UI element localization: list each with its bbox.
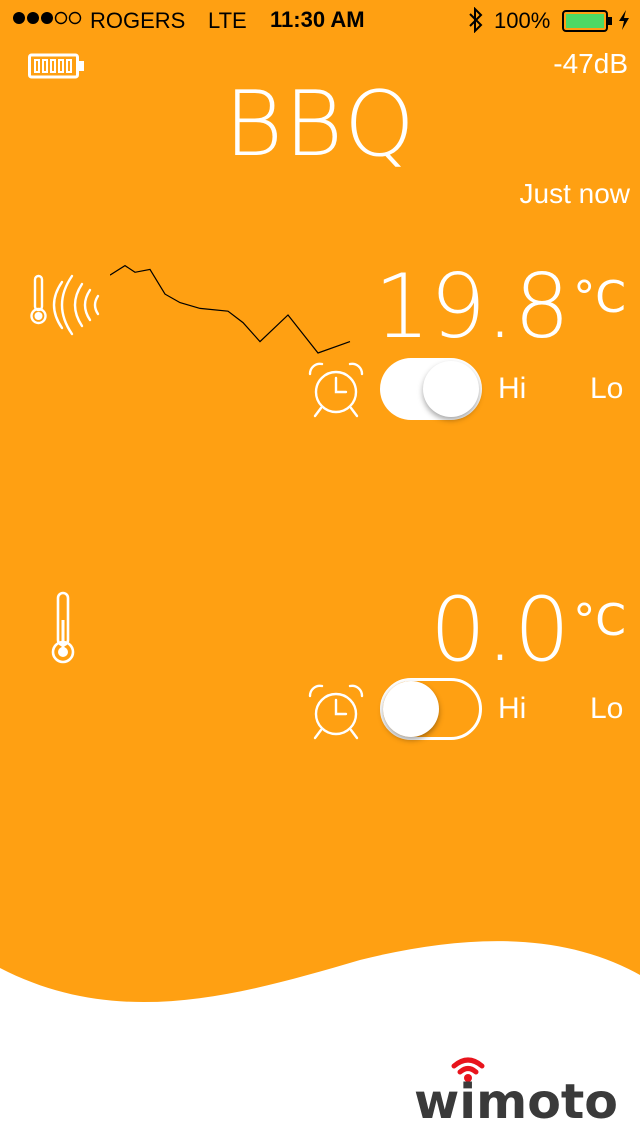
signal-strength-icon (13, 11, 82, 25)
probe1-alarm-switch[interactable] (380, 358, 482, 420)
logo-text: wimoto (414, 1074, 618, 1126)
probe2-alarm-switch[interactable] (380, 678, 482, 740)
probe2-temperature: 0.0 (430, 578, 570, 681)
status-bar: ROGERS LTE 11:30 AM 100% (0, 0, 640, 40)
probe1-lo-label[interactable]: Lo (590, 372, 623, 406)
trend-line (110, 264, 351, 354)
alarm-clock-icon (308, 684, 364, 740)
probe2-lo-label[interactable]: Lo (590, 692, 623, 726)
thermometer-icon (51, 591, 75, 664)
probe2-hi-label[interactable]: Hi (498, 692, 526, 726)
carrier-name: ROGERS (90, 8, 186, 33)
switch-knob[interactable] (383, 681, 439, 737)
bluetooth-icon (469, 7, 483, 33)
probe1-unit: °C (573, 272, 626, 323)
alarm-clock-icon (308, 362, 364, 418)
sensor-name[interactable]: BBQ (0, 72, 640, 177)
clock: 11:30 AM (270, 7, 365, 32)
phone-battery-icon (562, 10, 612, 32)
temperature-trend-graph (110, 264, 351, 354)
battery-percent: 100% (494, 8, 551, 33)
last-updated: Just now (519, 178, 631, 209)
probe1-temperature: 19.8 (374, 255, 570, 358)
wimoto-logo: wimoto (414, 1057, 618, 1126)
infrared-thermometer-icon (30, 274, 100, 336)
probe2-unit: °C (573, 595, 626, 646)
charging-icon (619, 10, 629, 30)
switch-knob[interactable] (423, 361, 479, 417)
network-type: LTE (208, 8, 247, 33)
probe1-hi-label[interactable]: Hi (498, 372, 526, 406)
